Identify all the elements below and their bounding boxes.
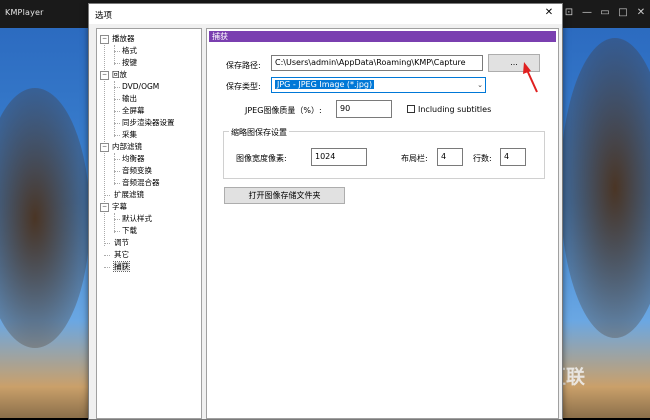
tree-expander-icon[interactable]: − <box>100 202 109 212</box>
background-tree-right <box>560 38 650 338</box>
tree-expander-icon[interactable]: − <box>100 142 109 152</box>
options-dialog: 选项 ✕ − 播放器 格式 按键 − 回放 DVD/OGM 输出 全屏幕 同步渲染器设置 采集 − 内部… <box>88 3 563 420</box>
browse-button[interactable]: ... <box>488 54 540 72</box>
panel-header: 捕获 <box>209 31 556 42</box>
tree-item[interactable]: 均衡器 <box>114 153 145 165</box>
tree-item[interactable]: 同步渲染器设置 <box>114 117 175 129</box>
tree-connector <box>114 99 120 100</box>
tree-connector <box>104 267 110 268</box>
mini-mode-button[interactable]: ▭ <box>598 6 612 20</box>
tree-connector <box>114 231 120 232</box>
tree-connector <box>104 243 110 244</box>
jpeg-quality-label: JPEG图像质量（%）: <box>245 106 322 115</box>
save-path-label: 保存路径: <box>226 61 261 70</box>
layout-label: 布局栏: <box>401 154 428 163</box>
pin-icon[interactable]: ⊡ <box>562 6 576 20</box>
dialog-close-button[interactable]: ✕ <box>542 6 556 20</box>
tree-item-label: 扩展滤镜 <box>114 190 144 199</box>
tree-item-label: 格式 <box>122 46 137 55</box>
tree-item[interactable]: 捕获 <box>100 261 130 273</box>
tree-expander-icon[interactable]: − <box>100 70 109 80</box>
include-subtitles-label: Including subtitles <box>418 105 492 114</box>
tree-connector <box>114 111 120 112</box>
save-type-label: 保存类型: <box>226 82 261 91</box>
tree-item[interactable]: 默认样式 <box>114 213 152 225</box>
capture-panel: 捕获 保存路径: C:\Users\admin\AppData\Roaming\… <box>206 28 559 419</box>
tree-item-label: 内部滤镜 <box>112 142 142 151</box>
tree-item[interactable]: 其它 <box>100 249 129 261</box>
tree-item-label: 捕获 <box>113 261 130 272</box>
background-tree-left <box>0 88 90 348</box>
chevron-down-icon[interactable]: ⌄ <box>477 78 483 92</box>
tree-item[interactable]: 音频混合器 <box>114 177 160 189</box>
open-capture-folder-button[interactable]: 打开图像存储文件夹 <box>224 187 345 204</box>
image-width-input[interactable]: 1024 <box>311 148 367 166</box>
tree-item-label: 下载 <box>122 226 137 235</box>
tree-item[interactable]: − 字幕 <box>100 201 127 213</box>
rows-label: 行数: <box>473 154 492 163</box>
image-width-label: 图像宽度像素: <box>236 154 287 163</box>
tree-item[interactable]: 全屏幕 <box>114 105 145 117</box>
tree-item-label: 其它 <box>114 250 129 259</box>
tree-branch-line <box>114 45 115 65</box>
tree-item[interactable]: − 播放器 <box>100 33 135 45</box>
options-tree: − 播放器 格式 按键 − 回放 DVD/OGM 输出 全屏幕 同步渲染器设置 采集 − 内部滤镜 均衡器… <box>96 28 202 419</box>
tree-connector <box>114 51 120 52</box>
save-path-input[interactable]: C:\Users\admin\AppData\Roaming\KMP\Captu… <box>271 55 483 71</box>
tree-item-label: 按键 <box>122 58 137 67</box>
dialog-title: 选项 <box>95 11 113 21</box>
tree-connector <box>114 123 120 124</box>
tree-item-label: 输出 <box>122 94 137 103</box>
tree-item-label: 全屏幕 <box>122 106 145 115</box>
tree-connector <box>114 135 120 136</box>
tree-item-label: 同步渲染器设置 <box>122 118 175 127</box>
minimize-button[interactable]: — <box>580 6 594 20</box>
tree-connector <box>114 87 120 88</box>
save-type-value: JPG - JPEG Image (*.jpg) <box>275 80 375 89</box>
thumbnail-group-title: 缩略图保存设置 <box>229 127 289 138</box>
tree-item[interactable]: DVD/OGM <box>114 81 160 93</box>
jpeg-quality-input[interactable]: 90 <box>336 100 392 118</box>
tree-item[interactable]: 采集 <box>114 129 137 141</box>
tree-item-label: DVD/OGM <box>122 82 160 91</box>
include-subtitles-checkbox[interactable] <box>407 105 415 113</box>
tree-item-label: 音频混合器 <box>122 178 160 187</box>
tree-item[interactable]: 扩展滤镜 <box>100 189 144 201</box>
tree-connector <box>114 219 120 220</box>
tree-connector <box>104 255 110 256</box>
tree-item[interactable]: 音频变换 <box>114 165 152 177</box>
maximize-button[interactable]: □ <box>616 6 630 20</box>
tree-connector <box>104 195 110 196</box>
tree-item-label: 播放器 <box>112 34 135 43</box>
player-title: KMPlayer <box>5 8 44 17</box>
layout-input[interactable]: 4 <box>437 148 463 166</box>
save-type-select[interactable]: JPG - JPEG Image (*.jpg) ⌄ <box>271 77 486 93</box>
tree-item-label: 音频变换 <box>122 166 152 175</box>
tree-branch-line <box>114 213 115 233</box>
tree-connector <box>114 183 120 184</box>
tree-item-label: 回放 <box>112 70 127 79</box>
tree-item[interactable]: 按键 <box>114 57 137 69</box>
tree-item-label: 调节 <box>114 238 129 247</box>
tree-item-label: 字幕 <box>112 202 127 211</box>
tree-item[interactable]: − 回放 <box>100 69 127 81</box>
tree-item[interactable]: − 内部滤镜 <box>100 141 142 153</box>
dialog-titlebar: 选项 ✕ <box>89 4 562 24</box>
tree-connector <box>114 159 120 160</box>
tree-item[interactable]: 格式 <box>114 45 137 57</box>
tree-item[interactable]: 输出 <box>114 93 137 105</box>
player-close-button[interactable]: ✕ <box>634 6 648 20</box>
tree-connector <box>114 171 120 172</box>
tree-connector <box>114 63 120 64</box>
tree-item-label: 均衡器 <box>122 154 145 163</box>
tree-expander-icon[interactable]: − <box>100 34 109 44</box>
tree-item[interactable]: 下载 <box>114 225 137 237</box>
tree-branch-line <box>114 81 115 137</box>
tree-branch-line <box>114 153 115 185</box>
rows-input[interactable]: 4 <box>500 148 526 166</box>
tree-item-label: 采集 <box>122 130 137 139</box>
tree-item-label: 默认样式 <box>122 214 152 223</box>
tree-item[interactable]: 调节 <box>100 237 129 249</box>
